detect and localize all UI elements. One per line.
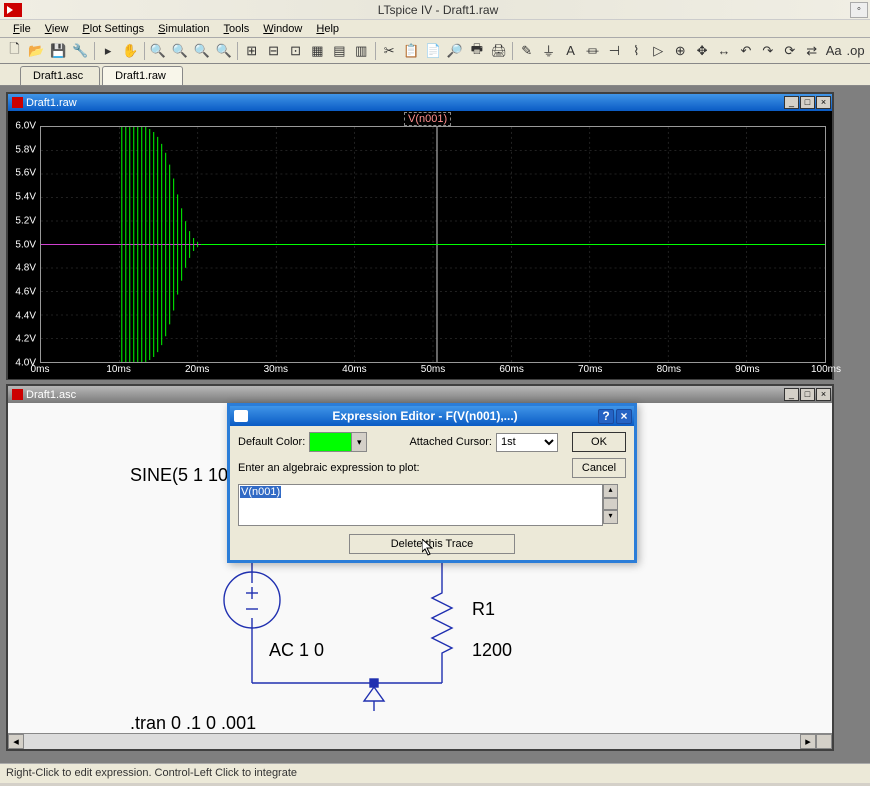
undo-icon[interactable]: ↶ [736, 40, 757, 61]
dialog-title: Expression Editor - F(V(n001),...) [252, 409, 598, 423]
maximize-button[interactable]: □ [800, 96, 815, 109]
menu-simulation[interactable]: Simulation [151, 22, 216, 36]
plot-close-button[interactable]: × [816, 96, 831, 109]
mirror-icon[interactable]: ⇄ [801, 40, 822, 61]
window-icon [12, 97, 23, 108]
print-icon[interactable]: 🖶 [466, 40, 487, 61]
cancel-button[interactable]: Cancel [572, 458, 626, 478]
dialog-close-button[interactable]: × [616, 409, 632, 424]
schematic-window-title: Draft1.asc [26, 389, 76, 401]
scroll-corner [816, 734, 832, 749]
plot-window-titlebar[interactable]: Draft1.raw _ □ × [8, 94, 832, 111]
menu-tools[interactable]: Tools [217, 22, 257, 36]
app-logo-icon [4, 3, 22, 17]
find-icon[interactable]: 🔎 [445, 40, 466, 61]
plot-window-title: Draft1.raw [26, 97, 77, 109]
expression-textarea-wrap: V(n001) ▴▾ [238, 484, 618, 526]
delete-trace-button[interactable]: Delete this Trace [349, 534, 515, 554]
zoom-extents-icon[interactable]: 🔍 [191, 40, 212, 61]
cut-icon[interactable]: ✂ [379, 40, 400, 61]
drag-icon[interactable]: ↔ [714, 40, 735, 61]
menu-view[interactable]: View [38, 22, 76, 36]
x-axis-labels: 0ms 10ms 20ms 30ms 40ms 50ms 60ms 70ms 8… [40, 364, 826, 378]
close-all-icon[interactable]: ▥ [351, 40, 372, 61]
component-icon[interactable]: ⊕ [670, 40, 691, 61]
close-button[interactable]: ◦ [850, 2, 868, 18]
expression-editor-dialog: Expression Editor - F(V(n001),...) ? × D… [227, 403, 637, 563]
schematic-window-titlebar[interactable]: Draft1.asc _ □ × [8, 386, 832, 403]
maximize-button[interactable]: □ [800, 388, 815, 401]
zoom-back-icon[interactable]: 🔍 [169, 40, 190, 61]
draw-wire-icon[interactable]: ✎ [516, 40, 537, 61]
paste-icon[interactable]: 📄 [423, 40, 444, 61]
inductor-icon[interactable]: ⌇ [626, 40, 647, 61]
expression-label: Enter an algebraic expression to plot: [238, 462, 572, 474]
expression-value: V(n001) [240, 486, 281, 498]
default-color-select[interactable] [309, 432, 367, 452]
scroll-track[interactable] [24, 734, 800, 749]
control-panel-icon[interactable]: 🔧 [70, 40, 91, 61]
menu-help[interactable]: Help [309, 22, 346, 36]
plot-canvas[interactable] [40, 126, 826, 363]
window-icon [12, 389, 23, 400]
dialog-titlebar[interactable]: Expression Editor - F(V(n001),...) ? × [230, 406, 634, 426]
scroll-left-button[interactable]: ◂ [8, 734, 24, 749]
rotate-icon[interactable]: ⟳ [779, 40, 800, 61]
print-setup-icon[interactable]: 🖨 [488, 40, 509, 61]
tab-draft1-raw[interactable]: Draft1.raw [102, 66, 183, 85]
draw-ground-icon[interactable]: ⏚ [538, 40, 559, 61]
dialog-help-button[interactable]: ? [598, 409, 614, 424]
menu-file[interactable]: File [6, 22, 38, 36]
pan-icon[interactable]: 🔍 [213, 40, 234, 61]
menu-window[interactable]: Window [256, 22, 309, 36]
status-text: Right-Click to edit expression. Control-… [6, 767, 297, 779]
status-bar: Right-Click to edit expression. Control-… [0, 763, 870, 783]
horizontal-scrollbar[interactable]: ◂ ▸ [8, 733, 832, 749]
redo-icon[interactable]: ↷ [757, 40, 778, 61]
mdi-area: Draft1.raw _ □ × V(n001) 6.0V 5.8V 5.6V … [0, 86, 870, 763]
attached-cursor-label: Attached Cursor: [409, 436, 492, 448]
autorange-icon[interactable]: ⊞ [241, 40, 262, 61]
minimize-button[interactable]: _ [784, 96, 799, 109]
app-title: LTspice IV - Draft1.raw [26, 3, 850, 17]
tile-horz-icon[interactable]: ⊡ [285, 40, 306, 61]
tile-vert-icon[interactable]: ⊟ [263, 40, 284, 61]
expression-scrollbar[interactable]: ▴▾ [602, 484, 618, 526]
app-title-bar: LTspice IV - Draft1.raw ◦ [0, 0, 870, 20]
move-icon[interactable]: ✥ [692, 40, 713, 61]
ok-button[interactable]: OK [572, 432, 626, 452]
menu-plot-settings[interactable]: Plot Settings [75, 22, 151, 36]
diode-icon[interactable]: ▷ [648, 40, 669, 61]
schematic-close-button[interactable]: × [816, 388, 831, 401]
tile-icon[interactable]: ▦ [307, 40, 328, 61]
plot-area[interactable]: V(n001) 6.0V 5.8V 5.6V 5.4V 5.2V 5.0V 4.… [8, 111, 832, 379]
y-axis-labels: 6.0V 5.8V 5.6V 5.4V 5.2V 5.0V 4.8V 4.6V … [10, 126, 38, 363]
trace-label[interactable]: V(n001) [404, 112, 451, 126]
new-icon[interactable]: 🗋 [4, 40, 25, 61]
tab-strip: Draft1.asc Draft1.raw [0, 64, 870, 86]
save-icon[interactable]: 💾 [48, 40, 69, 61]
run-icon[interactable]: ▸ [98, 40, 119, 61]
attached-cursor-select[interactable]: 1st [496, 433, 558, 452]
toolbar: 🗋 📂 💾 🔧 ▸ ✋ 🔍 🔍 🔍 🔍 ⊞ ⊟ ⊡ ▦ ▤ ▥ ✂ 📋 📄 🔎 … [0, 38, 870, 64]
plot-window: Draft1.raw _ □ × V(n001) 6.0V 5.8V 5.6V … [6, 92, 834, 380]
tab-draft1-asc[interactable]: Draft1.asc [20, 66, 100, 85]
minimize-button[interactable]: _ [784, 388, 799, 401]
default-color-label: Default Color: [238, 436, 305, 448]
copy-icon[interactable]: 📋 [401, 40, 422, 61]
cascade-icon[interactable]: ▤ [329, 40, 350, 61]
spice-directive-icon[interactable]: .op [845, 40, 866, 61]
halt-icon[interactable]: ✋ [120, 40, 141, 61]
menu-bar: File View Plot Settings Simulation Tools… [0, 20, 870, 38]
text-icon[interactable]: Aa [823, 40, 844, 61]
scroll-right-button[interactable]: ▸ [800, 734, 816, 749]
label-net-icon[interactable]: A [560, 40, 581, 61]
open-icon[interactable]: 📂 [26, 40, 47, 61]
dialog-icon [234, 410, 248, 422]
expression-textarea[interactable]: V(n001) [238, 484, 618, 526]
zoom-area-icon[interactable]: 🔍 [148, 40, 169, 61]
capacitor-icon[interactable]: ⊣ [604, 40, 625, 61]
resistor-icon[interactable]: ⏛ [582, 40, 603, 61]
